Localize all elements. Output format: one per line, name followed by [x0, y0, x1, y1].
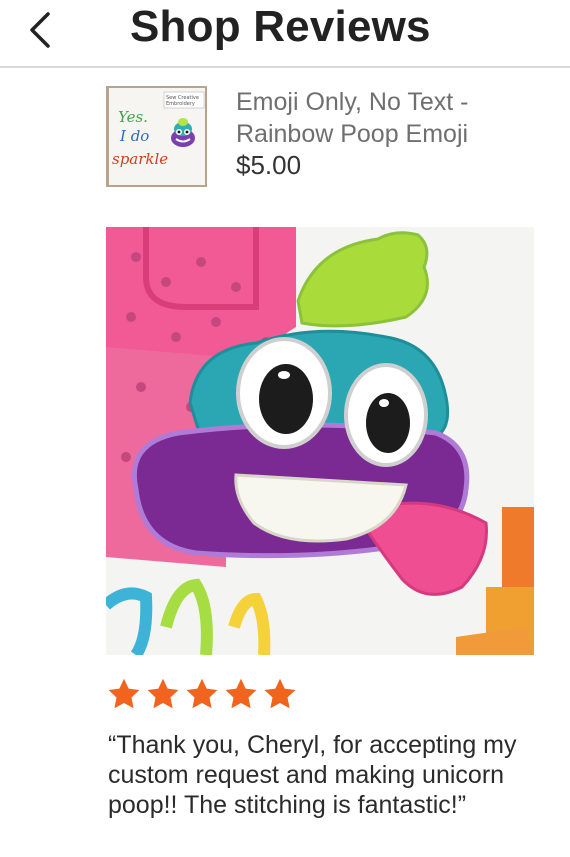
listing-price: $5.00	[236, 150, 302, 180]
listing-thumbnail[interactable]: Sew Creative Embroidery Yes. I do sparkl…	[106, 86, 207, 187]
star-rating	[106, 676, 298, 714]
review-text: “Thank you, Cheryl, for accepting my cus…	[108, 731, 517, 819]
svg-text:Embroidery: Embroidery	[166, 101, 195, 107]
listing-card[interactable]: Sew Creative Embroidery Yes. I do sparkl…	[106, 86, 546, 190]
listing-thumbnail-image: Sew Creative Embroidery Yes. I do sparkl…	[106, 86, 207, 187]
star-icon	[225, 678, 257, 709]
chevron-left-icon	[30, 12, 50, 48]
star-icon	[108, 678, 140, 709]
svg-text:I do: I do	[119, 127, 149, 145]
star-icon	[264, 678, 296, 709]
listing-title[interactable]: Emoji Only, No Text - Rainbow Poop Emoji	[236, 86, 536, 150]
review-photo[interactable]	[106, 227, 534, 655]
back-button[interactable]	[22, 8, 62, 52]
svg-text:sparkle: sparkle	[112, 150, 168, 168]
review-photo-image	[106, 227, 534, 655]
star-icon	[186, 678, 218, 709]
svg-text:Yes.: Yes.	[118, 108, 148, 126]
star-icon	[147, 678, 179, 709]
top-bar: Shop Reviews	[0, 0, 570, 68]
page-title: Shop Reviews	[130, 2, 431, 51]
